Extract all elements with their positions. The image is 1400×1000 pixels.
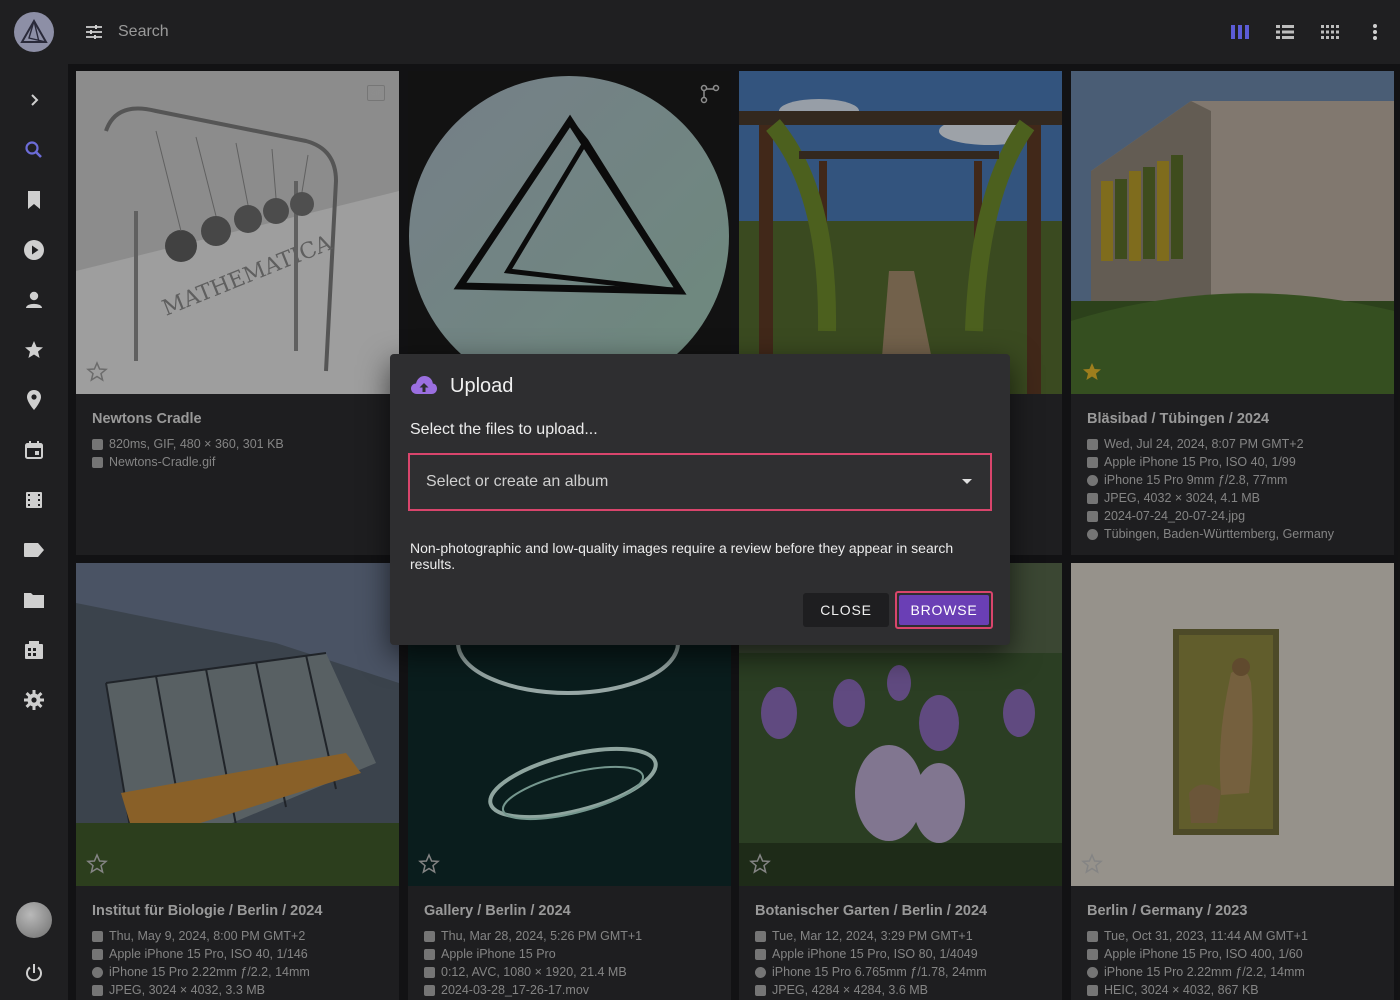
star-icon [25, 341, 43, 358]
view-mosaic-icon [1321, 25, 1339, 39]
sidebar-item-moments[interactable] [19, 485, 49, 515]
album-select-placeholder: Select or create an album [426, 473, 609, 490]
album-select[interactable]: Select or create an album [408, 453, 992, 511]
avatar[interactable] [16, 902, 52, 938]
sidebar-item-places[interactable] [19, 385, 49, 415]
view-cards-button[interactable] [1228, 20, 1252, 44]
filter-toggle-button[interactable] [82, 20, 106, 44]
upload-dialog: Upload Select the files to upload... Sel… [390, 354, 1010, 645]
search-bar [82, 14, 1212, 50]
search-input[interactable] [118, 23, 718, 41]
dialog-header: Upload [410, 374, 513, 398]
sidebar-item-favorites[interactable] [19, 335, 49, 365]
library-icon [25, 641, 43, 659]
sidebar-item-folders[interactable] [19, 585, 49, 615]
film-icon [26, 492, 42, 508]
gear-icon [24, 690, 44, 710]
logo-icon [20, 18, 48, 43]
chevron-right-icon [31, 94, 39, 106]
sidebar-item-search[interactable] [19, 135, 49, 165]
review-note: Non-photographic and low-quality images … [410, 540, 954, 572]
dialog-title: Upload [450, 374, 514, 397]
sidebar-item-calendar[interactable] [19, 435, 49, 465]
logout-button[interactable] [19, 958, 49, 988]
calendar-icon [25, 441, 43, 459]
power-icon [26, 964, 42, 982]
label-icon [24, 543, 44, 557]
sidebar [0, 0, 68, 1000]
app-logo[interactable] [14, 12, 54, 52]
location-icon [27, 390, 41, 410]
caret-down-icon [962, 479, 972, 484]
browse-button[interactable]: BROWSE [899, 595, 989, 625]
toolbar [68, 0, 1400, 64]
sidebar-item-videos[interactable] [19, 235, 49, 265]
view-list-button[interactable] [1273, 20, 1297, 44]
sidebar-item-albums[interactable] [19, 185, 49, 215]
sidebar-item-people[interactable] [19, 285, 49, 315]
sidebar-item-library[interactable] [19, 635, 49, 665]
expand-sidebar-button[interactable] [19, 85, 49, 115]
more-vert-icon [1373, 24, 1377, 40]
browse-button-focus-ring: BROWSE [895, 591, 993, 629]
sidebar-item-labels[interactable] [19, 535, 49, 565]
app-root: MATHEMATICA GIF Newtons Cradle 820ms, GI… [0, 0, 1400, 1000]
more-options-button[interactable] [1363, 20, 1387, 44]
person-icon [26, 291, 42, 308]
search-icon [25, 141, 42, 158]
sidebar-item-settings[interactable] [19, 685, 49, 715]
dialog-subtitle: Select the files to upload... [410, 421, 598, 438]
play-icon [24, 240, 44, 260]
view-mosaic-button[interactable] [1318, 20, 1342, 44]
view-list-icon [1276, 25, 1294, 39]
bookmark-icon [28, 191, 40, 209]
cloud-upload-icon [411, 376, 437, 394]
close-button[interactable]: CLOSE [803, 593, 889, 627]
folder-icon [24, 593, 44, 608]
view-cards-icon [1231, 25, 1249, 39]
tune-icon [86, 25, 102, 39]
